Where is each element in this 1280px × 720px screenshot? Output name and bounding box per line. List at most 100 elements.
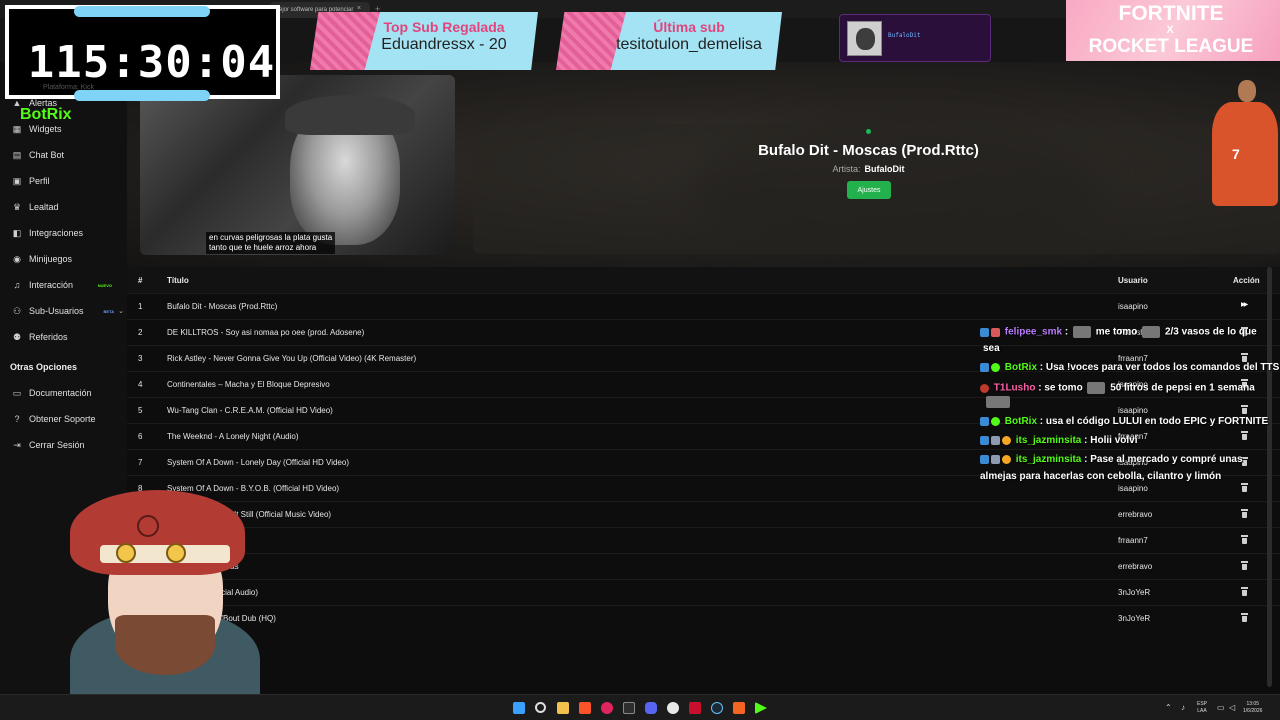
footballer-figure: 7: [1202, 76, 1280, 206]
sidebar-item-widgets[interactable]: ▦ Widgets: [12, 119, 124, 139]
chat-message: T1Lusho : se tomo 50 litros de pepsi en …: [980, 382, 1255, 394]
sidebar-item-documentacion[interactable]: ▭ Documentación: [12, 383, 124, 403]
app-icon[interactable]: [733, 702, 745, 714]
badge-icon: [980, 454, 989, 464]
song-title: DE KILLTROS - Soy asi nomaa po oee (prod…: [167, 328, 365, 337]
docs-icon: ▭: [12, 387, 22, 398]
table-row[interactable]: 12- Paranoid (Official Audio)3nJoYeR: [127, 579, 1280, 605]
sidebar-item-label: Cerrar Sesión: [29, 440, 85, 450]
chat-text: 50 litros de pepsi en 1 semana: [1107, 382, 1255, 394]
avatar-goggle: [166, 543, 186, 563]
skip-icon[interactable]: ▶▶: [1241, 301, 1248, 308]
game-launcher-icon[interactable]: [689, 702, 701, 714]
verified-icon: [991, 416, 1000, 426]
sidebar-item-cerrar-sesion[interactable]: ⇥ Cerrar Sesión: [12, 435, 124, 455]
steam-icon[interactable]: [711, 702, 723, 714]
taskbar: ⌃ ♪ ESP LAA ▭ ◁ 13:05 1/6/2026: [0, 694, 1280, 720]
row-number: 2: [138, 328, 143, 337]
video-player[interactable]: en curvas peligrosas la plata gusta tant…: [140, 75, 455, 255]
delete-icon[interactable]: [1241, 483, 1248, 492]
row-number: 6: [138, 432, 143, 441]
artist-label: Artista:: [832, 164, 861, 174]
timer-decoration-bar: [74, 90, 210, 101]
obs-icon[interactable]: [667, 702, 679, 714]
banner-label: Última sub: [653, 19, 725, 35]
media-player-icon[interactable]: [601, 702, 613, 714]
sidebar-item-minijuegos[interactable]: ◉ Minijuegos: [12, 249, 124, 269]
microphone-icon[interactable]: ♪: [1181, 703, 1185, 712]
promo-line-1: FORTNITE: [1118, 2, 1224, 25]
network-icon[interactable]: ▭: [1217, 703, 1225, 712]
volume-icon[interactable]: ◁: [1229, 703, 1235, 712]
emote-icon: [1072, 326, 1091, 338]
now-playing-artist: Artista: BufaloDit: [687, 164, 1050, 174]
sidebar-item-obtener-soporte[interactable]: ? Obtener Soporte: [12, 409, 124, 429]
row-number: 7: [138, 458, 143, 467]
chat-username: its_jazminsita: [1015, 435, 1082, 446]
brave-browser-icon[interactable]: [579, 702, 591, 714]
live-dot-icon: [866, 129, 871, 134]
requester-username: frraann7: [1118, 536, 1148, 545]
sidebar-item-integraciones[interactable]: ◧ Integraciones: [12, 223, 124, 243]
song-requests-panel: en curvas peligrosas la plata gusta tant…: [127, 62, 1280, 694]
alert-icon: ▲: [12, 98, 22, 108]
subtitle-line: tanto que te huele arroz ahora: [209, 243, 317, 252]
chat-text: : usa el código LULUI en todo EPIC y FOR…: [1037, 416, 1269, 427]
subtitle-line: en curvas peligrosas la plata gusta: [209, 233, 333, 242]
last-sub-banner: Última sub tesitotulon_demelisa: [556, 12, 782, 70]
search-icon[interactable]: [535, 702, 546, 713]
row-number: 4: [138, 380, 143, 389]
chat-username: BotRix: [1004, 362, 1038, 373]
delete-icon[interactable]: [1241, 587, 1248, 596]
delete-icon[interactable]: [1241, 561, 1248, 570]
beta-badge: BETA: [103, 308, 115, 314]
clock[interactable]: 13:05 1/6/2026: [1243, 701, 1262, 715]
sidebar-item-lealtad[interactable]: ♛ Lealtad: [12, 197, 124, 217]
table-row[interactable]: 9el. The Man - Feel It Still (Official M…: [127, 501, 1280, 527]
file-explorer-icon[interactable]: [557, 702, 569, 714]
chat-message: its_jazminsita : Pase al mercado y compr…: [980, 454, 1243, 465]
table-row[interactable]: 13O - Ain't Talkin' 'Bout Dub (HQ)3nJoYe…: [127, 605, 1280, 631]
table-row[interactable]: 10~stay with mefrraann7: [127, 527, 1280, 553]
terminal-icon[interactable]: [623, 702, 635, 714]
sidebar-item-chat-bot[interactable]: ▤ Chat Bot: [12, 145, 124, 165]
close-tab-icon[interactable]: ×: [357, 5, 361, 12]
settings-button[interactable]: Ajustes: [847, 181, 891, 199]
requester-username: isaapino: [1118, 406, 1148, 415]
chat-emote-line: [984, 396, 1012, 408]
sidebar-item-label: Chat Bot: [29, 150, 65, 160]
table-row[interactable]: 11ts Mono - Promesaserrebravo: [127, 553, 1280, 579]
avatar-hat-logo: [137, 515, 159, 537]
avatar-beard: [115, 615, 215, 675]
song-title: The Weeknd - A Lonely Night (Audio): [167, 432, 299, 441]
sidebar-item-label: Alertas: [29, 98, 58, 108]
discord-icon[interactable]: [645, 702, 657, 714]
song-title: Bufalo Dit - Moscas (Prod.Rttc): [167, 302, 278, 311]
banner-label: Top Sub Regalada: [383, 19, 505, 35]
chat-text: me tomo: [1092, 326, 1141, 338]
sidebar-item-perfil[interactable]: ▣ Perfil: [12, 171, 124, 191]
song-title: Wu-Tang Clan - C.R.E.A.M. (Official HD V…: [167, 406, 333, 415]
scrollbar[interactable]: [1267, 267, 1272, 687]
delete-icon[interactable]: [1241, 509, 1248, 518]
delete-icon[interactable]: [1241, 405, 1248, 414]
delete-icon[interactable]: [1241, 613, 1248, 622]
sidebar-item-referidos[interactable]: ⚉ Referidos: [12, 327, 124, 347]
badge-icon: [980, 416, 989, 426]
language-indicator[interactable]: ESP LAA: [1197, 701, 1207, 715]
streamer-avatar: [60, 485, 260, 720]
sidebar-item-sub-usuarios[interactable]: ⚇ Sub-Usuarios BETA ⌄: [12, 301, 124, 321]
table-row[interactable]: 1 Bufalo Dit - Moscas (Prod.Rttc) isaapino…: [127, 293, 1280, 319]
now-playing-hero: en curvas peligrosas la plata gusta tant…: [127, 62, 1280, 267]
sidebar-item-interaccion[interactable]: ♫ Interacción NUEVO: [12, 275, 124, 295]
tray-overflow-icon[interactable]: ⌃: [1165, 703, 1172, 712]
start-icon[interactable]: [513, 702, 525, 714]
delete-icon[interactable]: [1241, 353, 1248, 362]
chevron-down-icon[interactable]: ⌄: [118, 307, 124, 315]
kick-icon[interactable]: [755, 702, 767, 714]
chat-message: BotRix : usa el código LULUI en todo EPI…: [980, 416, 1268, 427]
delete-icon[interactable]: [1241, 431, 1248, 440]
footballer-head: [1238, 80, 1256, 102]
delete-icon[interactable]: [1241, 535, 1248, 544]
badge-icon: [991, 454, 1000, 464]
